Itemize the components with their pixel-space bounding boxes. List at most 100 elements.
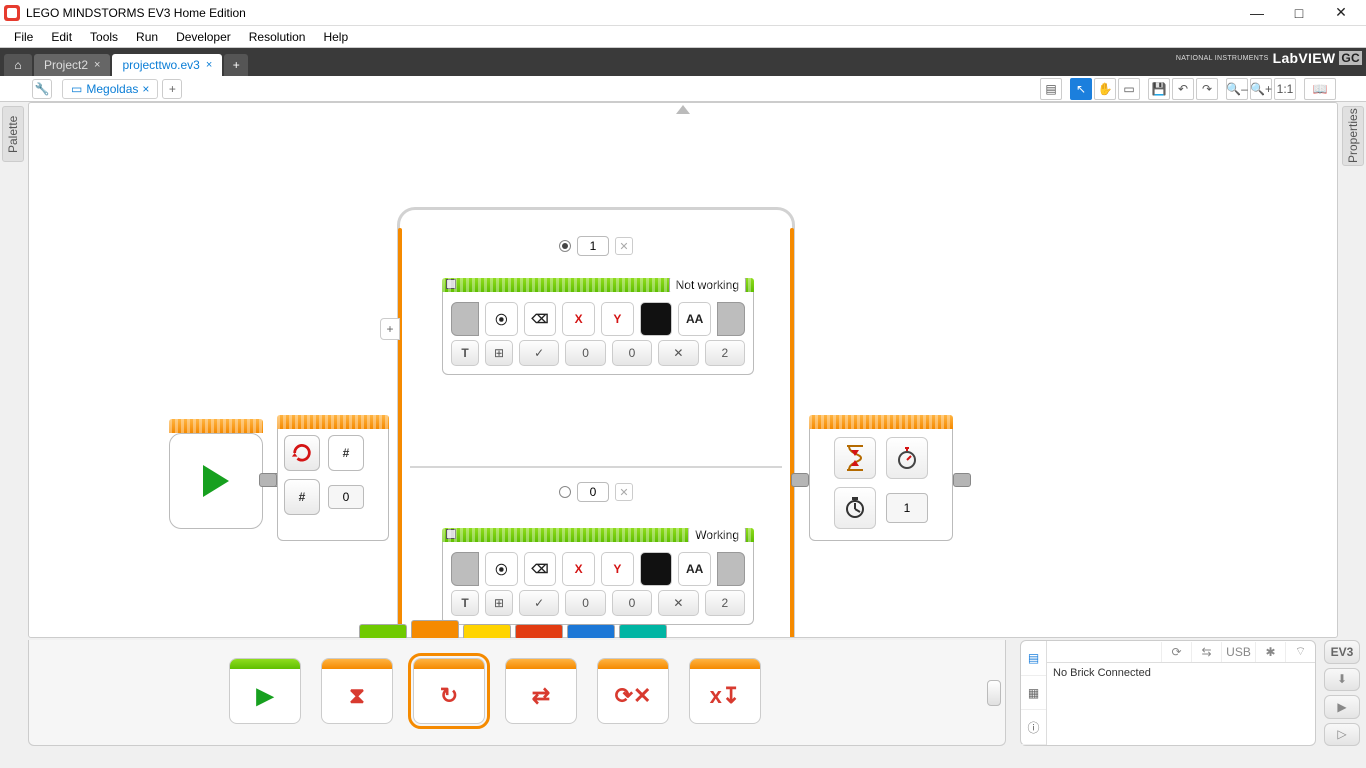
pointer-tool[interactable]: ↖ bbox=[1070, 78, 1092, 100]
usb-connection-button[interactable]: USB bbox=[1221, 642, 1255, 662]
palette-tab-data[interactable] bbox=[515, 624, 563, 638]
new-program-button[interactable]: + bbox=[162, 79, 182, 99]
palette-tab-flow[interactable] bbox=[411, 620, 459, 638]
delete-case-button[interactable]: ✕ bbox=[615, 483, 633, 501]
brick-available-button[interactable]: ⓘ bbox=[1021, 710, 1046, 745]
palette-switch-block[interactable]: ⇄ bbox=[505, 658, 577, 724]
menu-tools[interactable]: Tools bbox=[82, 28, 126, 46]
undo-button[interactable]: ↶ bbox=[1172, 78, 1194, 100]
palette-start-block[interactable]: ▶ bbox=[229, 658, 301, 724]
color-param[interactable] bbox=[640, 552, 673, 586]
save-button[interactable]: 💾 bbox=[1148, 78, 1170, 100]
expand-button[interactable]: ⇆ bbox=[1191, 642, 1221, 662]
close-icon[interactable]: × bbox=[94, 59, 100, 71]
sequence-in-port[interactable] bbox=[791, 473, 809, 487]
display-text-field[interactable]: Not working bbox=[669, 278, 746, 292]
color-param[interactable] bbox=[640, 302, 673, 336]
clear-screen-param[interactable]: ⌫ bbox=[524, 552, 557, 586]
font-param[interactable]: AA bbox=[678, 552, 711, 586]
palette-tab-sensor[interactable] bbox=[463, 624, 511, 638]
menu-file[interactable]: File bbox=[6, 28, 41, 46]
switch-block[interactable]: + 1 ✕ Not working ⦿ bbox=[397, 207, 795, 638]
loop-condition-button[interactable]: # bbox=[284, 479, 320, 515]
x-value[interactable]: 0 bbox=[565, 590, 605, 616]
download-button[interactable]: ⬇ bbox=[1324, 668, 1360, 692]
palette-tab-advanced[interactable] bbox=[567, 624, 615, 638]
zoom-in-button[interactable]: 🔍+ bbox=[1250, 78, 1272, 100]
redo-button[interactable]: ↷ bbox=[1196, 78, 1218, 100]
content-editor-button[interactable]: ▤ bbox=[1040, 78, 1062, 100]
zoom-reset-button[interactable]: 1:1 bbox=[1274, 78, 1296, 100]
close-icon[interactable]: × bbox=[206, 59, 212, 71]
wait-mode-button[interactable] bbox=[834, 487, 876, 529]
menu-developer[interactable]: Developer bbox=[168, 28, 239, 46]
y-param[interactable]: Y bbox=[601, 302, 634, 336]
palette-loop-block[interactable]: ↻ bbox=[413, 658, 485, 724]
maximize-button[interactable]: □ bbox=[1278, 1, 1320, 25]
sequence-in-port[interactable] bbox=[451, 302, 479, 336]
text-mode-icon[interactable]: T bbox=[451, 590, 479, 616]
run-selected-button[interactable]: ▷ bbox=[1324, 723, 1360, 747]
project-properties-button[interactable]: 🔧 bbox=[32, 79, 52, 99]
sequence-out-port[interactable] bbox=[717, 302, 745, 336]
display-mode-button[interactable]: ⦿ bbox=[485, 302, 518, 336]
grid-mode-icon[interactable]: ⊞ bbox=[485, 590, 513, 616]
clear-value[interactable]: ✓ bbox=[519, 590, 559, 616]
clear-screen-param[interactable]: ⌫ bbox=[524, 302, 557, 336]
x-param[interactable]: X bbox=[562, 552, 595, 586]
delete-case-button[interactable]: ✕ bbox=[615, 237, 633, 255]
loop-mode-button[interactable] bbox=[284, 435, 320, 471]
properties-side-tab[interactable]: Properties bbox=[1342, 106, 1364, 166]
lobby-button[interactable]: ⌂ bbox=[4, 54, 32, 76]
minimize-button[interactable]: — bbox=[1236, 1, 1278, 25]
color-value[interactable]: ✕ bbox=[658, 590, 698, 616]
sequence-out-port[interactable] bbox=[717, 552, 745, 586]
comment-tool[interactable]: ▭ bbox=[1118, 78, 1140, 100]
pan-tool[interactable]: ✋ bbox=[1094, 78, 1116, 100]
y-value[interactable]: 0 bbox=[612, 340, 652, 366]
x-param[interactable]: X bbox=[562, 302, 595, 336]
close-button[interactable]: ✕ bbox=[1320, 1, 1362, 25]
project-tab-active[interactable]: projecttwo.ev3 × bbox=[112, 54, 222, 76]
collapse-up-icon[interactable] bbox=[676, 105, 690, 114]
palette-variable-block[interactable]: x↧ bbox=[689, 658, 761, 724]
x-value[interactable]: 0 bbox=[565, 340, 605, 366]
default-case-radio[interactable] bbox=[559, 240, 571, 252]
wifi-connection-button[interactable]: ⌔ bbox=[1285, 642, 1315, 662]
sequence-out-port[interactable] bbox=[953, 473, 971, 487]
project-tab-inactive[interactable]: Project2 × bbox=[34, 54, 110, 76]
case-value[interactable]: 1 bbox=[577, 236, 609, 256]
loop-count-value[interactable]: 0 bbox=[328, 485, 364, 509]
menu-resolution[interactable]: Resolution bbox=[241, 28, 314, 46]
wait-block[interactable]: 1 bbox=[809, 415, 953, 541]
close-icon[interactable]: × bbox=[142, 82, 149, 96]
clear-value[interactable]: ✓ bbox=[519, 340, 559, 366]
program-tab[interactable]: ▭ Megoldas × bbox=[62, 79, 158, 99]
palette-side-tab[interactable]: Palette bbox=[2, 106, 24, 162]
palette-scroll-handle[interactable] bbox=[987, 680, 1001, 706]
display-block-working[interactable]: Working ⦿ ⌫ X Y AA bbox=[442, 528, 754, 625]
y-param[interactable]: Y bbox=[601, 552, 634, 586]
color-value[interactable]: ✕ bbox=[658, 340, 698, 366]
wait-seconds-value[interactable]: 1 bbox=[886, 493, 928, 523]
default-case-radio[interactable] bbox=[559, 486, 571, 498]
canvas[interactable]: # # 0 + 1 ✕ bbox=[28, 102, 1338, 638]
new-project-button[interactable]: + bbox=[224, 54, 248, 76]
run-button[interactable]: ▶ bbox=[1324, 695, 1360, 719]
palette-tab-action[interactable] bbox=[359, 624, 407, 638]
font-value[interactable]: 2 bbox=[705, 340, 745, 366]
palette-wait-block[interactable]: ⧗ bbox=[321, 658, 393, 724]
brick-info-button[interactable]: ▤ bbox=[1021, 641, 1046, 676]
palette-tab-myblocks[interactable] bbox=[619, 624, 667, 638]
sequence-in-port[interactable] bbox=[451, 552, 479, 586]
add-case-button[interactable]: + bbox=[380, 318, 400, 340]
menu-help[interactable]: Help bbox=[315, 28, 356, 46]
bluetooth-connection-button[interactable]: ✱ bbox=[1255, 642, 1285, 662]
refresh-bricks-button[interactable]: ⟳ bbox=[1161, 642, 1191, 662]
loop-block[interactable]: # # 0 bbox=[277, 415, 389, 541]
help-button[interactable]: 📖 bbox=[1304, 78, 1336, 100]
text-mode-icon[interactable]: T bbox=[451, 340, 479, 366]
display-block-not-working[interactable]: Not working ⦿ ⌫ X Y AA bbox=[442, 278, 754, 375]
font-value[interactable]: 2 bbox=[705, 590, 745, 616]
sequence-in-port[interactable] bbox=[259, 473, 277, 487]
